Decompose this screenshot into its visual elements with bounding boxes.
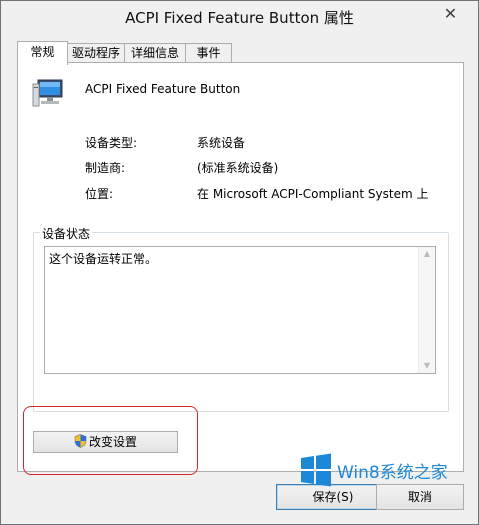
device-status-text: 这个设备运转正常。 [49,252,158,266]
windows-logo-icon [301,453,331,487]
device-status-group: 设备状态 这个设备运转正常。 ▲ ▼ [33,225,449,412]
computer-icon [32,79,63,107]
tab-general[interactable]: 常规 [17,41,68,65]
tab-driver[interactable]: 驱动程序 [67,43,125,63]
title-bar[interactable]: ACPI Fixed Feature Button 属性 ✕ [1,1,478,32]
device-type-label: 设备类型: [85,136,138,150]
window-title: ACPI Fixed Feature Button 属性 [125,9,354,27]
device-status-title: 设备状态 [40,225,93,242]
tab-details[interactable]: 详细信息 [124,43,186,63]
manufacturer-label: 制造商: [85,161,126,175]
close-button[interactable]: ✕ [429,2,472,26]
close-icon: ✕ [443,4,458,23]
highlight-annotation [23,406,198,475]
manufacturer-value: (标准系统设备) [197,161,279,175]
device-type-value: 系统设备 [197,136,246,150]
status-scrollbar[interactable]: ▲ ▼ [418,247,435,373]
location-value: 在 Microsoft ACPI-Compliant System 上 [197,187,429,201]
scroll-down-icon[interactable]: ▼ [419,359,435,373]
watermark: Win8系统之家 [299,453,469,489]
scroll-up-icon[interactable]: ▲ [419,247,435,261]
device-status-textbox[interactable]: 这个设备运转正常。 ▲ ▼ [44,246,436,374]
properties-dialog: ACPI Fixed Feature Button 属性 ✕ 常规 驱动程序 详… [0,0,479,525]
device-name: ACPI Fixed Feature Button [85,82,241,96]
location-label: 位置: [85,187,114,201]
watermark-text: Win8系统之家 [337,463,448,483]
tab-events[interactable]: 事件 [185,43,232,63]
